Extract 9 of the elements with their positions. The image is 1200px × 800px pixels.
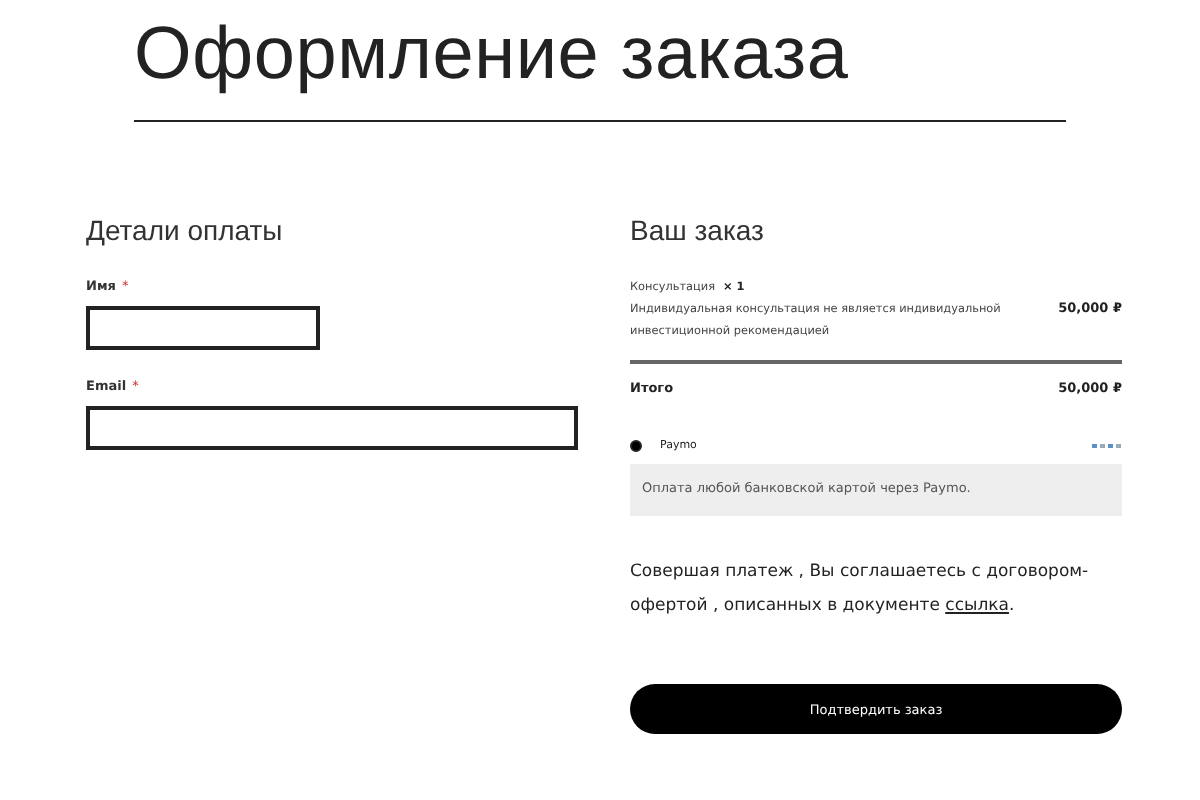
section-heading: Детали оплаты: [86, 214, 285, 246]
page-title: Оформление заказа: [134, 12, 1066, 122]
section-heading: Ваш заказ: [630, 214, 766, 246]
input-field[interactable]: [86, 406, 578, 450]
radio-button[interactable]: [630, 440, 642, 452]
agreement-text: Совершая платеж , Вы соглашаетесь с договором-офертой , описанных в документе ссылка.: [630, 560, 1091, 620]
input-field[interactable]: [86, 306, 320, 350]
document-link[interactable]: ссылка: [945, 596, 1009, 616]
payment-logo-icon: [1090, 442, 1122, 450]
